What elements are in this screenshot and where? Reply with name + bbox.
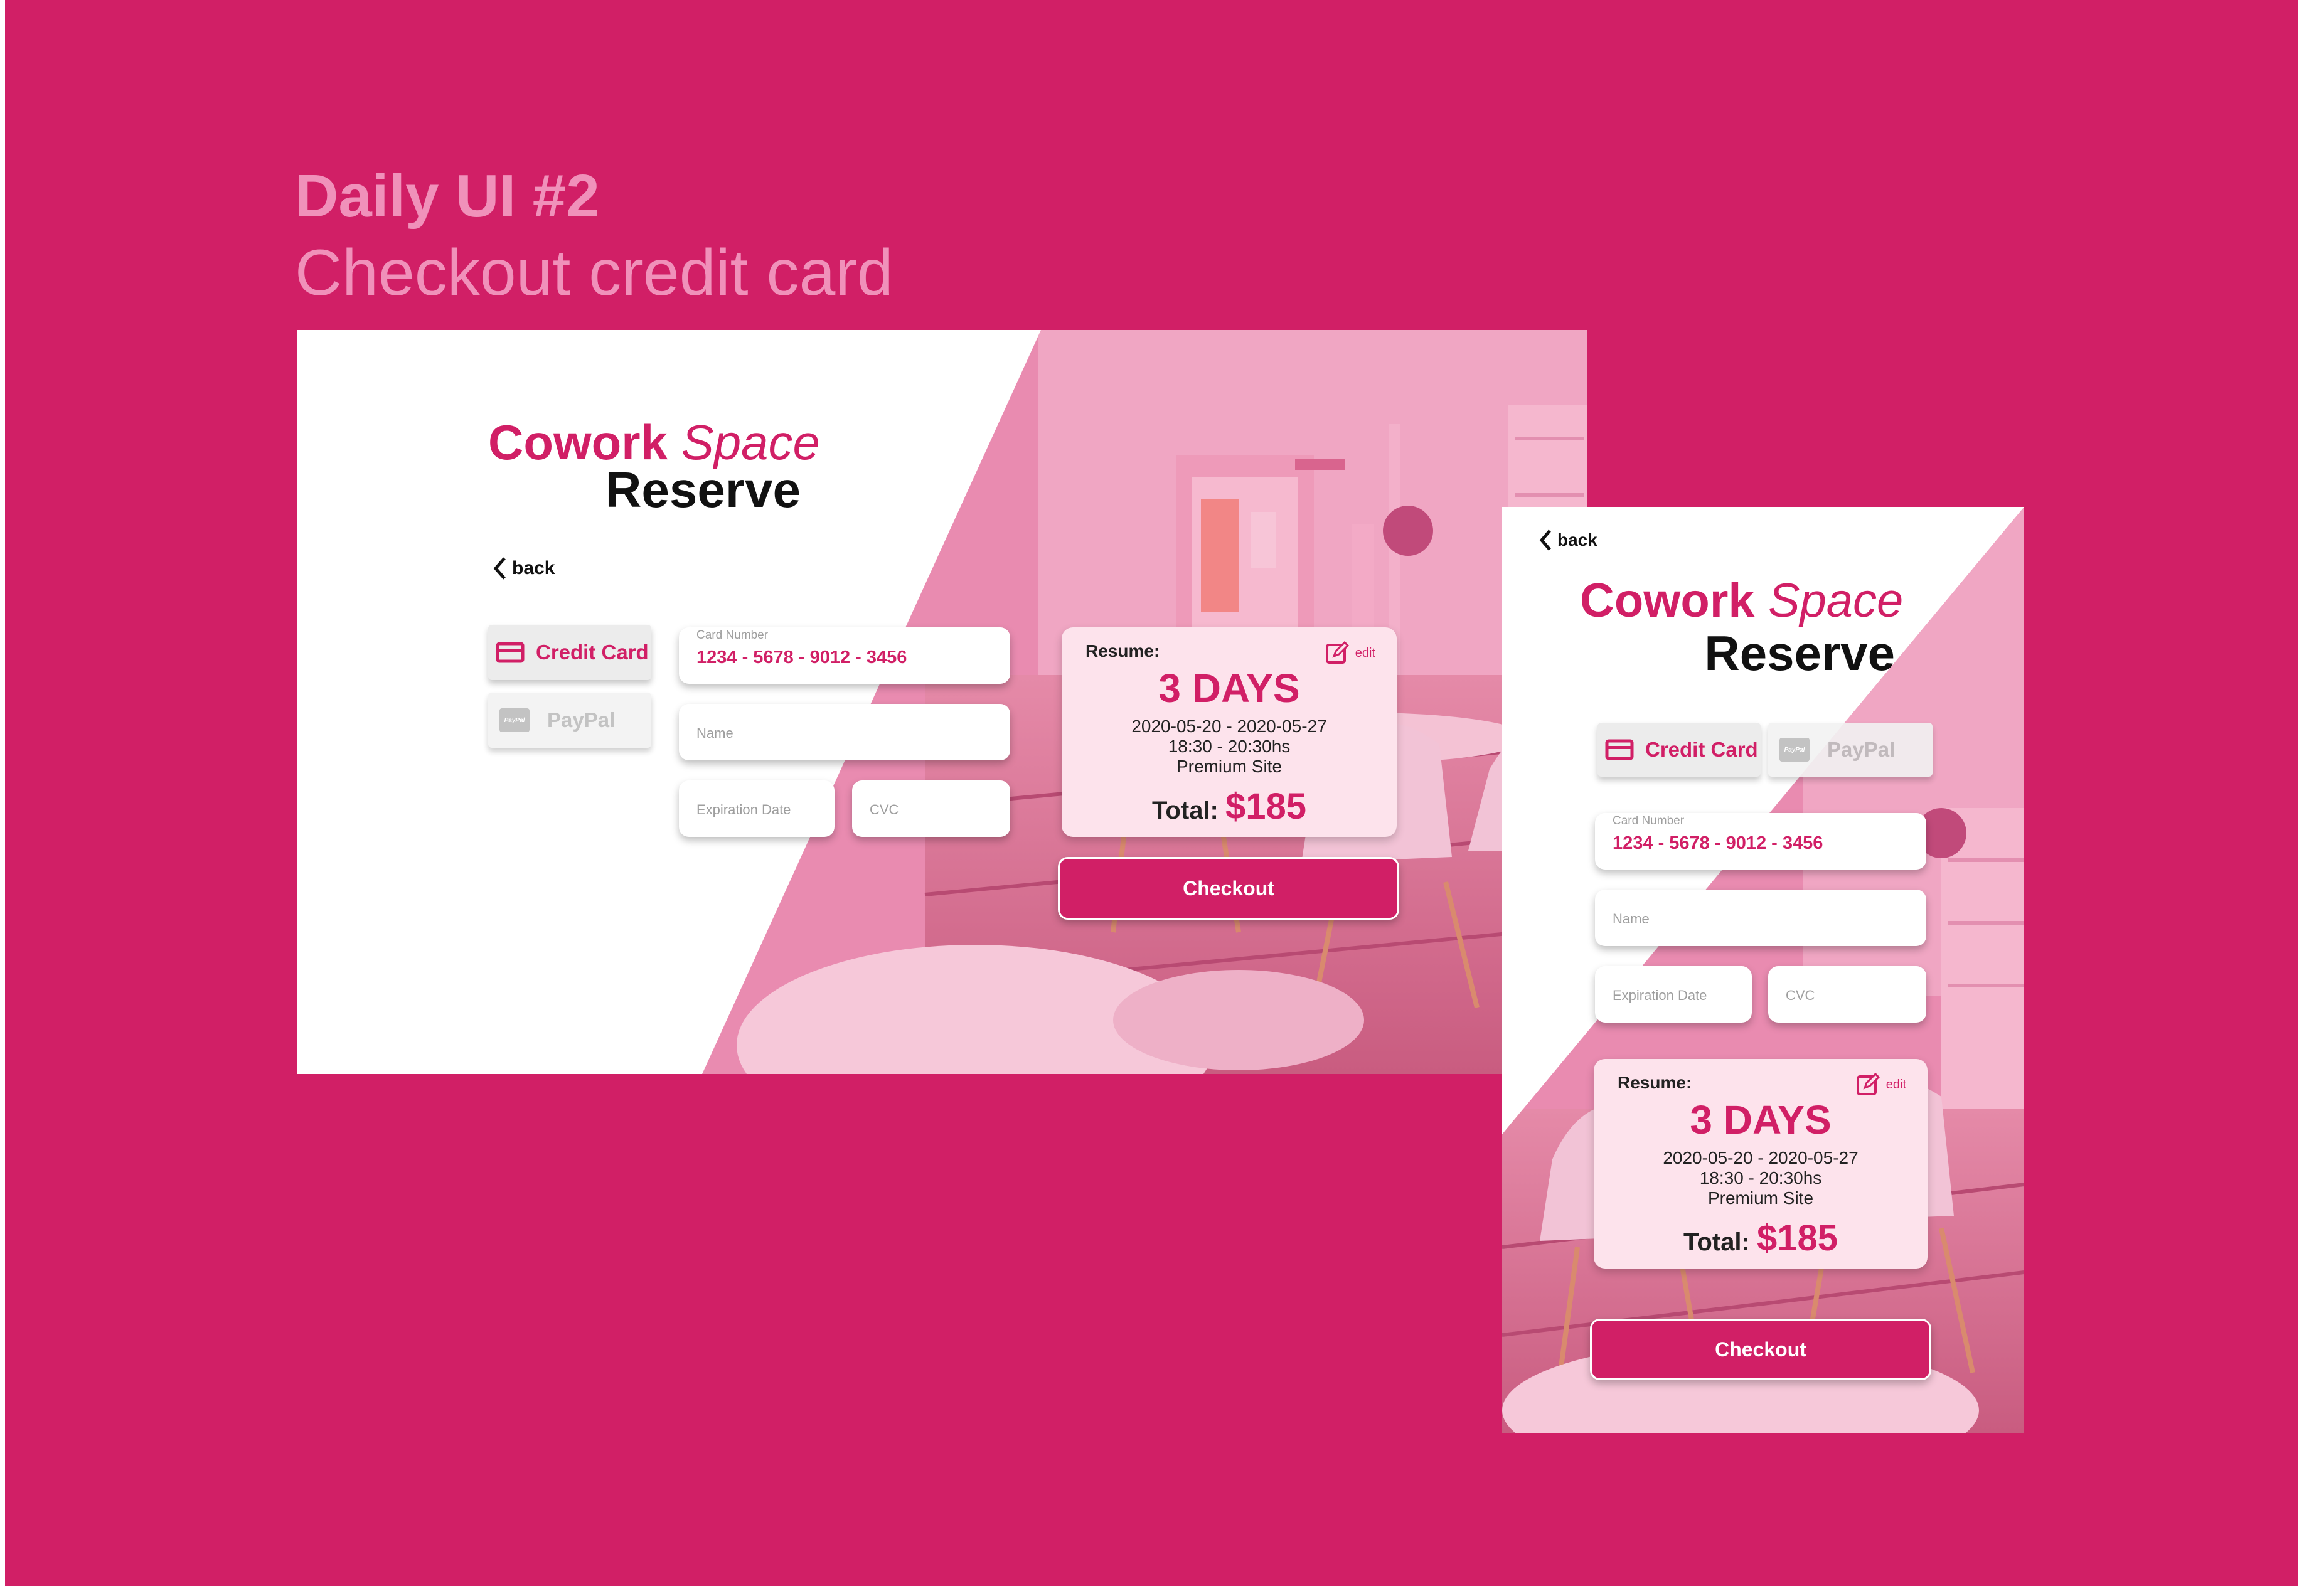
expiration-date-field[interactable]: Expiration Date — [679, 780, 835, 837]
resume-days: 3 DAYS — [1158, 666, 1300, 711]
edit-button[interactable]: edit — [1325, 641, 1375, 665]
expiration-date-placeholder: Expiration Date — [1613, 987, 1707, 1003]
paypal-logo-text: PayPal — [504, 716, 525, 724]
chevron-left-icon — [493, 557, 506, 580]
resume-dates: 2020-05-20 - 2020-05-27 — [1663, 1148, 1859, 1168]
tab-paypal-label: PayPal — [1827, 738, 1896, 761]
card-number-value: 1234 - 5678 - 9012 - 3456 — [1613, 833, 1823, 853]
resume-total: Total: $185 — [1594, 1217, 1928, 1259]
cvc-placeholder: CVC — [870, 802, 899, 817]
total-label: Total: — [1683, 1228, 1750, 1256]
credit-card-icon — [1605, 739, 1634, 760]
total-amount: $185 — [1757, 1218, 1838, 1258]
brand-subtitle: Reserve — [605, 462, 801, 518]
resume-site: Premium Site — [1176, 757, 1283, 776]
card-number-field[interactable]: Card Number 1234 - 5678 - 9012 - 3456 — [1595, 813, 1926, 870]
brand-title: Cowork Space — [488, 418, 820, 467]
name-field[interactable]: Name — [1595, 890, 1926, 946]
name-placeholder: Name — [696, 725, 733, 741]
edit-icon — [1856, 1073, 1880, 1095]
card-number-value: 1234 - 5678 - 9012 - 3456 — [696, 647, 907, 668]
card-number-label: Card Number — [696, 629, 769, 642]
paypal-icon: PayPal — [499, 708, 530, 732]
page-title: Daily UI #2 — [295, 162, 600, 230]
cvc-field[interactable]: CVC — [1768, 966, 1926, 1023]
total-amount: $185 — [1225, 786, 1307, 827]
tab-credit-card-label: Credit Card — [536, 641, 649, 664]
tab-credit-card-label: Credit Card — [1645, 738, 1758, 761]
desktop-checkout-screen: Cowork Space Reserve back Credit Card Pa… — [297, 330, 1587, 1074]
checkout-button[interactable]: Checkout — [1058, 857, 1399, 920]
edit-label: edit — [1355, 646, 1375, 660]
expiration-date-field[interactable]: Expiration Date — [1595, 966, 1752, 1023]
resume-total: Total: $185 — [1062, 785, 1397, 827]
resume-dates: 2020-05-20 - 2020-05-27 — [1131, 716, 1327, 736]
paypal-icon: PayPal — [1779, 738, 1810, 762]
brand-title: Cowork Space — [1580, 577, 1903, 625]
name-field[interactable]: Name — [679, 704, 1010, 760]
brand-subtitle: Reserve — [1704, 625, 1895, 681]
cvc-placeholder: CVC — [1786, 987, 1815, 1003]
brand-italic-word: Space — [1768, 574, 1904, 627]
back-link[interactable]: back — [1539, 528, 1597, 552]
presentation-canvas: Daily UI #2 Checkout credit card Cowork … — [5, 0, 2298, 1586]
edit-icon — [1325, 641, 1349, 664]
tab-credit-card[interactable]: Credit Card — [488, 625, 651, 680]
total-label: Total: — [1151, 797, 1219, 824]
chevron-left-icon — [1539, 529, 1551, 551]
resume-label: Resume: — [1085, 641, 1160, 661]
resume-site: Premium Site — [1707, 1188, 1814, 1208]
tab-credit-card[interactable]: Credit Card — [1597, 723, 1761, 777]
brand-bold-word: Cowork — [1580, 574, 1755, 627]
tab-paypal-label: PayPal — [547, 708, 616, 732]
resume-hours: 18:30 - 20:30hs — [1699, 1168, 1822, 1188]
page-subtitle: Checkout credit card — [295, 237, 893, 309]
edit-button[interactable]: edit — [1856, 1073, 1906, 1097]
resume-card: Resume: edit 3 DAYS 2020-05-20 - 2020-05… — [1062, 627, 1397, 837]
resume-hours: 18:30 - 20:30hs — [1168, 737, 1291, 756]
credit-card-icon — [496, 642, 525, 663]
card-number-label: Card Number — [1613, 814, 1685, 827]
expiration-date-placeholder: Expiration Date — [696, 802, 791, 817]
resume-days: 3 DAYS — [1690, 1097, 1832, 1142]
back-label: back — [512, 558, 555, 578]
cvc-field[interactable]: CVC — [852, 780, 1010, 837]
back-label: back — [1557, 530, 1597, 550]
card-number-field[interactable]: Card Number 1234 - 5678 - 9012 - 3456 — [679, 627, 1010, 684]
edit-label: edit — [1885, 1077, 1906, 1092]
mobile-checkout-screen: back Cowork Space Reserve Credit Card Pa… — [1502, 507, 2024, 1433]
checkout-button[interactable]: Checkout — [1590, 1319, 1931, 1380]
tab-paypal[interactable]: PayPal PayPal — [488, 693, 651, 748]
name-placeholder: Name — [1613, 911, 1650, 927]
tab-paypal[interactable]: PayPal PayPal — [1768, 723, 1933, 777]
resume-label: Resume: — [1618, 1073, 1692, 1092]
resume-card: Resume: edit 3 DAYS 2020-05-20 - 2020-05… — [1594, 1059, 1928, 1269]
back-link[interactable]: back — [492, 556, 555, 581]
paypal-logo-text: PayPal — [1784, 746, 1805, 753]
